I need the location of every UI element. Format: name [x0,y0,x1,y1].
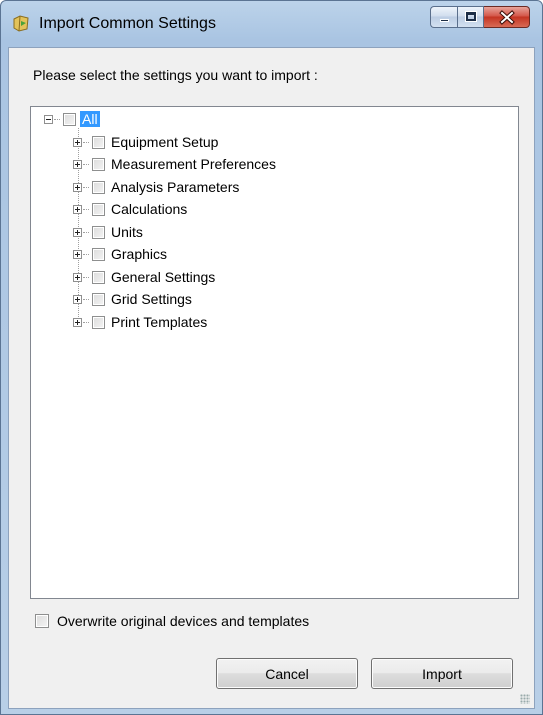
expand-icon[interactable] [73,317,82,327]
tree-connector [83,163,89,165]
tree-item-label: All [80,111,100,127]
tree-item-units[interactable]: Units [73,222,143,242]
tree-item-equipment-setup[interactable]: Equipment Setup [73,132,218,152]
expand-icon[interactable] [73,272,82,282]
checkbox-all[interactable] [63,112,76,126]
expand-icon[interactable] [73,204,82,214]
tree-item-grid-settings[interactable]: Grid Settings [73,289,192,309]
checkbox-units[interactable] [92,225,105,239]
maximize-button[interactable] [457,6,484,28]
tree-connector [83,208,89,210]
overwrite-checkbox[interactable] [35,614,49,628]
checkbox-equipment-setup[interactable] [92,135,105,149]
tree-connector [83,321,89,323]
tree-item-calculations[interactable]: Calculations [73,199,187,219]
tree-item-measurement-preferences[interactable]: Measurement Preferences [73,154,276,174]
settings-tree[interactable]: All Equipment Setup Measurement Preferen… [30,106,519,599]
tree-item-label: Print Templates [111,314,208,330]
tree-item-analysis-parameters[interactable]: Analysis Parameters [73,177,239,197]
close-icon [499,10,515,25]
title-bar[interactable]: Import Common Settings [1,1,542,47]
close-button[interactable] [484,6,530,28]
caption-buttons [430,6,530,28]
tree-item-print-templates[interactable]: Print Templates [73,312,207,332]
tree-connector [83,298,89,300]
resize-grip[interactable] [520,694,530,704]
tree-item-general-settings[interactable]: General Settings [73,267,215,287]
tree-item-label: Units [111,224,143,240]
tree-connector [83,231,89,233]
checkbox-grid-settings[interactable] [92,292,105,306]
tree-connector [83,186,89,188]
tree-item-label: Equipment Setup [111,134,219,150]
tree-item-label: Graphics [111,246,168,262]
checkbox-analysis-parameters[interactable] [92,180,105,194]
checkbox-general-settings[interactable] [92,270,105,284]
tree-item-label: General Settings [111,269,216,285]
cancel-button[interactable]: Cancel [216,658,358,689]
window-title: Import Common Settings [39,15,216,32]
checkbox-print-templates[interactable] [92,315,105,329]
tree-item-label: Measurement Preferences [111,156,276,172]
checkbox-measurement-preferences[interactable] [92,157,105,171]
tree-item-label: Calculations [111,201,188,217]
tree-connector [83,276,89,278]
tree-connector [83,141,89,143]
tree-connector [83,253,89,255]
import-button[interactable]: Import [371,658,513,689]
minimize-button[interactable] [430,6,457,28]
expand-icon[interactable] [73,159,82,169]
collapse-icon[interactable] [44,114,53,124]
import-settings-icon [11,13,31,33]
overwrite-option[interactable]: Overwrite original devices and templates [35,613,309,629]
import-common-settings-dialog: Import Common Settings Please select the… [0,0,543,715]
tree-item-label: Grid Settings [111,291,192,307]
tree-connector [54,118,60,120]
expand-icon[interactable] [73,137,82,147]
tree-item-label: Analysis Parameters [111,179,240,195]
overwrite-label: Overwrite original devices and templates [57,613,310,629]
expand-icon[interactable] [73,249,82,259]
tree-item-all[interactable]: All [44,109,100,129]
checkbox-calculations[interactable] [92,202,105,216]
maximize-icon [465,11,477,22]
instruction-text: Please select the settings you want to i… [33,67,318,83]
expand-icon[interactable] [73,182,82,192]
minimize-icon [440,19,449,22]
tree-item-graphics[interactable]: Graphics [73,244,167,264]
expand-icon[interactable] [73,227,82,237]
dialog-body: Please select the settings you want to i… [8,47,535,709]
expand-icon[interactable] [73,294,82,304]
checkbox-graphics[interactable] [92,247,105,261]
